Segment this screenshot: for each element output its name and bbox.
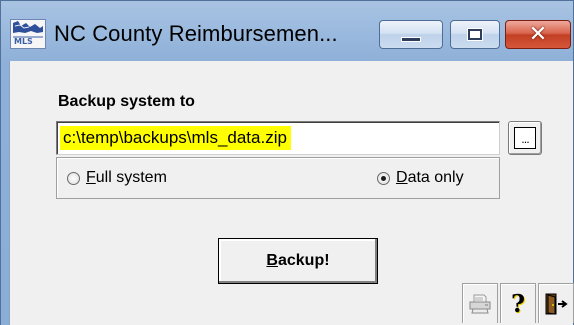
backup-button-label: Backup! xyxy=(266,252,330,269)
backup-path-value[interactable]: c:\temp\backups\mls_data.zip xyxy=(60,126,291,150)
browse-button[interactable]: ... xyxy=(508,121,542,155)
radio-unchecked-icon[interactable] xyxy=(67,171,80,185)
minimize-icon xyxy=(401,37,421,42)
data-only-radio[interactable]: Data only xyxy=(377,169,464,187)
print-button[interactable] xyxy=(462,283,498,323)
dialog-body: Backup system to c:\temp\backups\mls_dat… xyxy=(9,61,574,325)
backup-destination-label: Backup system to xyxy=(58,93,195,110)
full-system-label: Full system xyxy=(86,169,167,186)
backup-path-input[interactable]: c:\temp\backups\mls_data.zip xyxy=(56,121,500,155)
exit-button[interactable] xyxy=(538,283,574,323)
full-system-radio[interactable]: Full system xyxy=(67,169,167,187)
help-question-icon: ? xyxy=(510,289,526,318)
exit-door-icon xyxy=(545,293,568,315)
maximize-button[interactable] xyxy=(450,20,500,49)
backup-button[interactable]: Backup! xyxy=(218,238,378,284)
window-frame: MLS NC County Reimbursemen... ✕ Backup s… xyxy=(0,0,574,325)
maximize-icon xyxy=(468,29,482,40)
data-only-label: Data only xyxy=(396,169,464,186)
ellipsis-icon: ... xyxy=(514,127,536,149)
printer-icon xyxy=(469,294,491,313)
help-button[interactable]: ? xyxy=(500,283,536,323)
minimize-button[interactable] xyxy=(379,20,443,49)
backup-mode-group: Full system Data only xyxy=(56,157,500,199)
app-icon[interactable]: MLS xyxy=(10,19,46,49)
title-bar[interactable]: MLS NC County Reimbursemen... ✕ xyxy=(1,1,574,61)
window-title: NC County Reimbursemen... xyxy=(54,21,338,46)
close-button[interactable]: ✕ xyxy=(505,20,571,49)
radio-checked-icon[interactable] xyxy=(377,171,390,185)
svg-text:MLS: MLS xyxy=(14,37,33,46)
close-icon: ✕ xyxy=(528,22,548,47)
